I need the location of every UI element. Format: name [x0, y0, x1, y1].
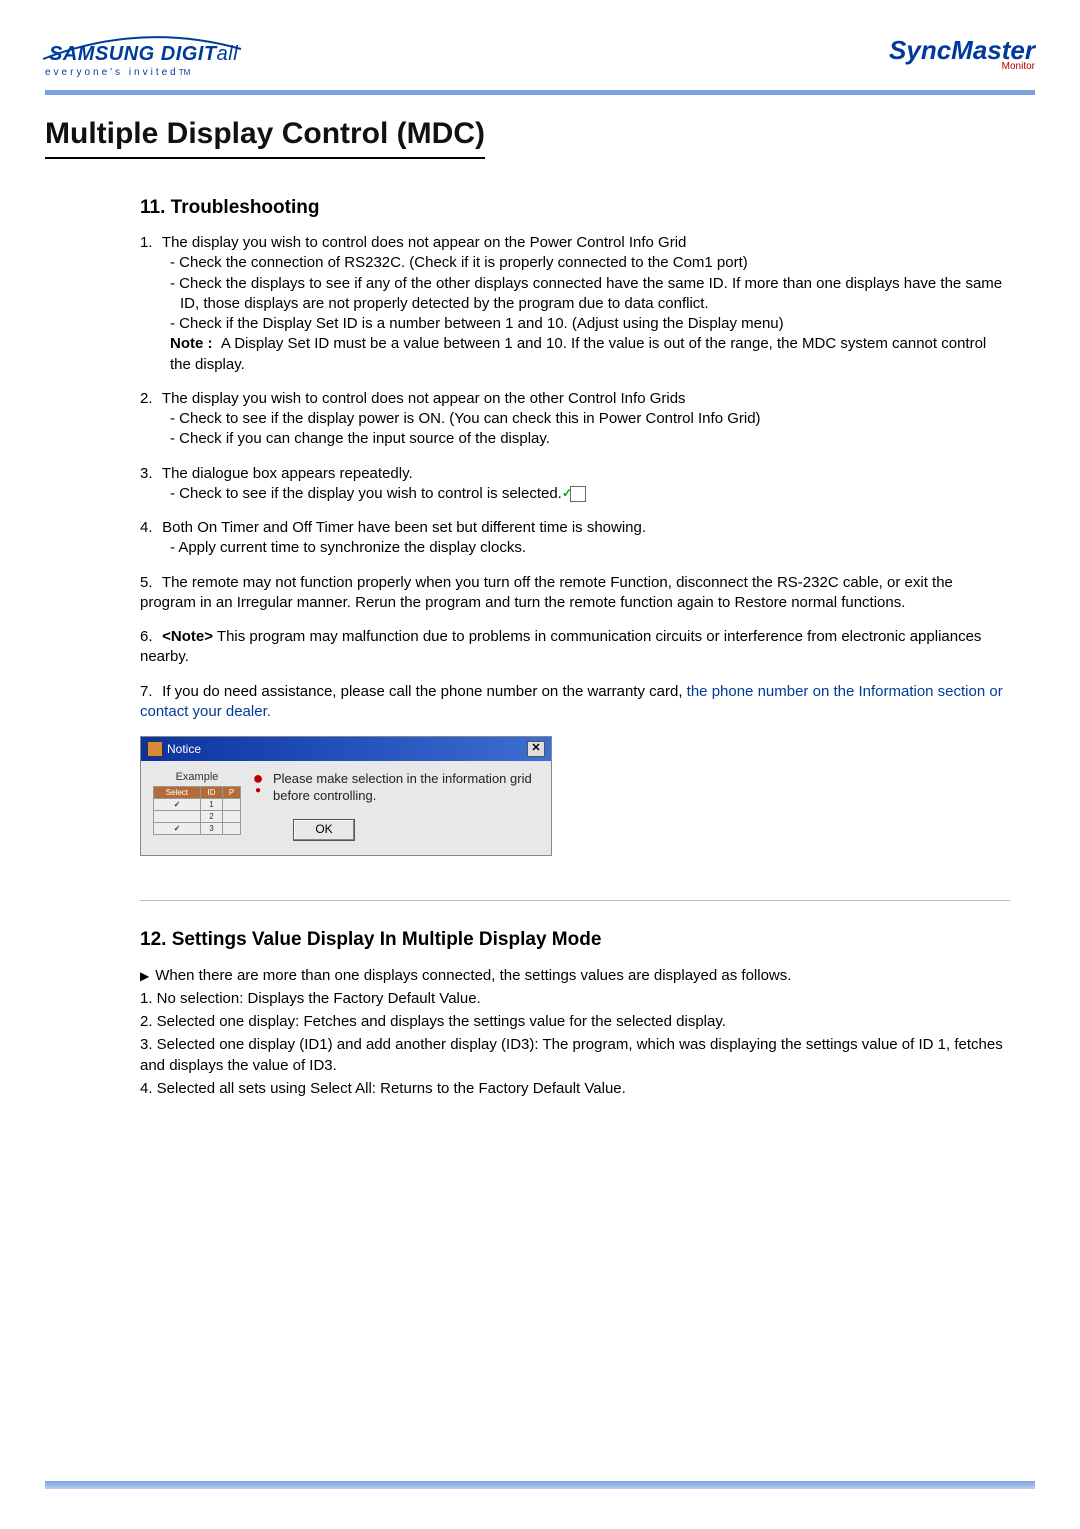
dialog-message: Please make selection in the information… — [273, 771, 539, 805]
syncmaster-logo: SyncMaster Monitor — [889, 35, 1035, 66]
settings-value-list: ▶When there are more than one displays c… — [140, 965, 1010, 1099]
dialog-app-icon — [147, 741, 163, 757]
section-divider — [140, 900, 1010, 901]
close-icon[interactable]: ✕ — [527, 741, 545, 757]
header-rule — [45, 90, 1035, 95]
page-title: Multiple Display Control (MDC) — [45, 117, 485, 159]
troubleshooting-item-2: 2. The display you wish to control does … — [140, 389, 1010, 450]
troubleshooting-item-7: 7. If you do need assistance, please cal… — [140, 682, 1010, 723]
example-table: Select ID P ✓1 2 ✓3 — [153, 786, 241, 835]
notice-dialog-screenshot: Notice ✕ Example Select ID P ✓1 2 ✓ — [140, 736, 552, 856]
dialog-title: Notice — [167, 742, 201, 756]
bullet-arrow-icon: ▶ — [140, 969, 149, 983]
footer-rule — [45, 1481, 1035, 1489]
page-header: SAMSUNG DIGITall everyone's invitedTM Sy… — [45, 35, 1035, 78]
samsung-logo: SAMSUNG DIGITall everyone's invitedTM — [45, 35, 245, 78]
dialog-titlebar: Notice ✕ — [141, 737, 551, 761]
section-heading: 11. Troubleshooting — [140, 197, 1010, 219]
warning-icon: ● ● — [253, 771, 263, 797]
example-panel: Example Select ID P ✓1 2 ✓3 — [153, 771, 241, 835]
brand-text: SAMSUNG DIGITall — [49, 43, 238, 65]
ok-button[interactable]: OK — [293, 819, 355, 841]
troubleshooting-item-3: 3. The dialogue box appears repeatedly. … — [140, 464, 1010, 505]
troubleshooting-item-6: 6. <Note> This program may malfunction d… — [140, 627, 1010, 668]
checkbox-icon — [570, 486, 586, 502]
troubleshooting-item-4: 4. Both On Timer and Off Timer have been… — [140, 518, 1010, 559]
section-troubleshooting: 11. Troubleshooting 1. The display you w… — [140, 197, 1010, 1099]
troubleshooting-item-1: 1. The display you wish to control does … — [140, 233, 1010, 375]
section-heading: 12. Settings Value Display In Multiple D… — [140, 929, 1010, 951]
troubleshooting-item-5: 5. The remote may not function properly … — [140, 573, 1010, 614]
